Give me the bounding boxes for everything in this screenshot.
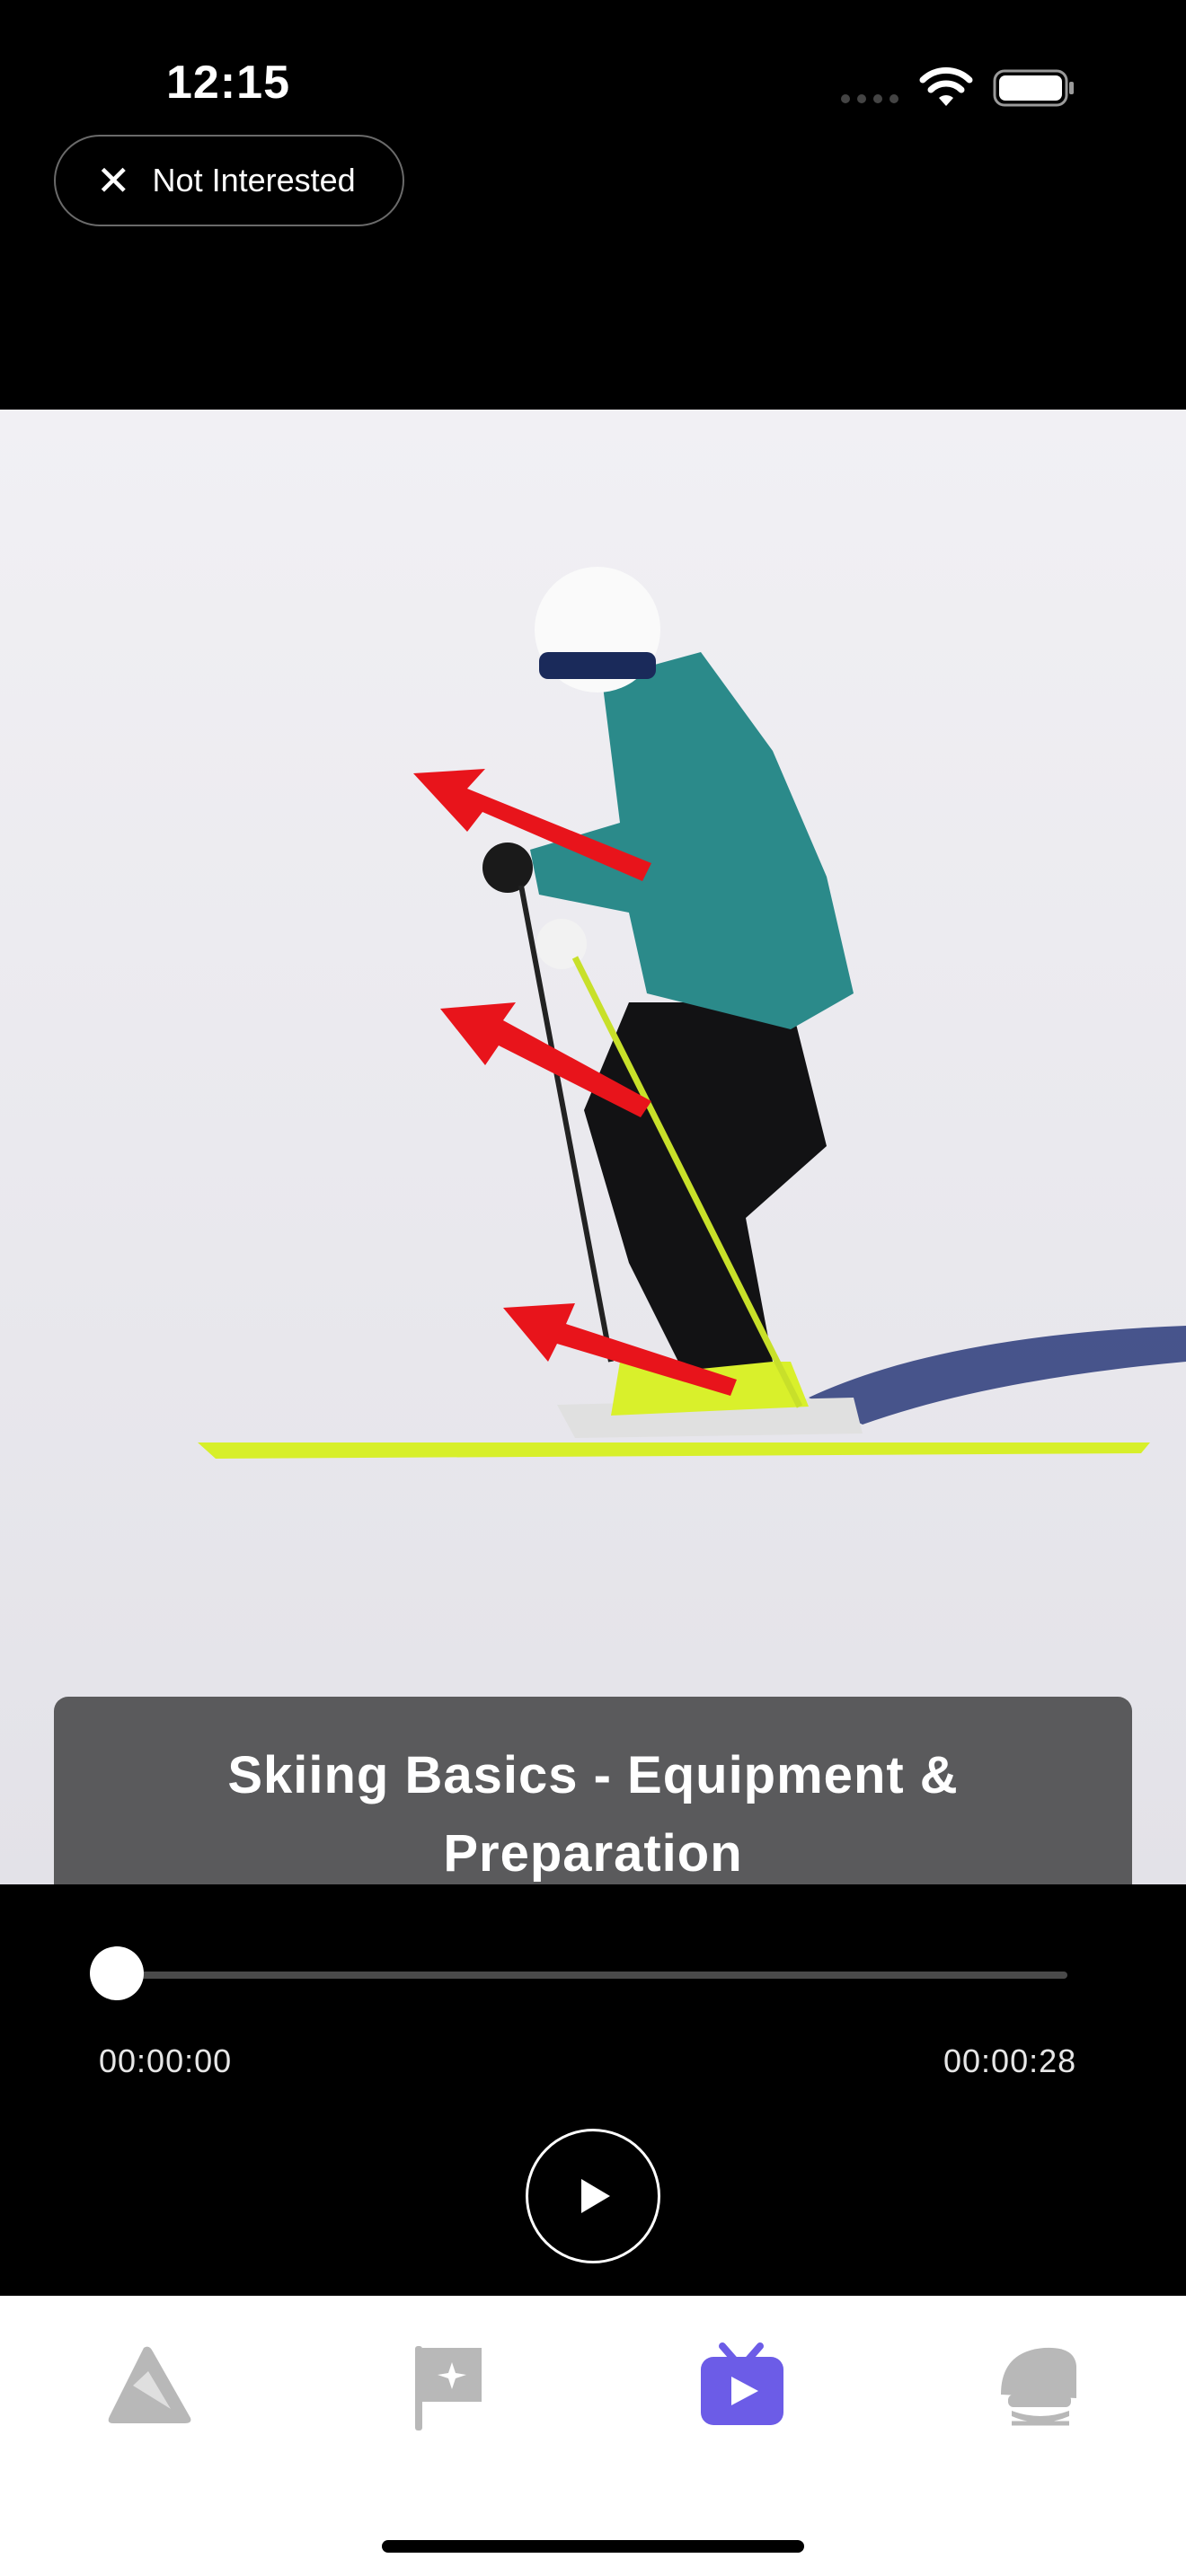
video-player[interactable] xyxy=(0,410,1186,1884)
tab-video[interactable] xyxy=(683,2326,800,2443)
helmet-icon xyxy=(1001,2347,1076,2426)
video-caption: Skiing Basics - Equipment & Preparation xyxy=(54,1697,1132,1884)
close-icon: ✕ xyxy=(96,157,131,204)
battery-icon xyxy=(993,69,1074,107)
time-elapsed: 00:00:00 xyxy=(99,2042,233,2079)
not-interested-label: Not Interested xyxy=(152,162,356,198)
wifi-icon xyxy=(919,66,973,106)
flag-icon xyxy=(415,2346,482,2430)
mountain-icon xyxy=(108,2346,191,2423)
status-time: 12:15 xyxy=(166,57,290,109)
tab-profile[interactable] xyxy=(979,2326,1096,2443)
not-interested-button[interactable]: ✕ Not Interested xyxy=(54,135,404,226)
signal-icon xyxy=(841,94,898,103)
home-indicator xyxy=(382,2540,804,2553)
tab-flag[interactable] xyxy=(386,2326,503,2443)
tab-mountain[interactable] xyxy=(90,2326,207,2443)
play-button[interactable] xyxy=(526,2129,660,2263)
video-icon xyxy=(701,2342,783,2425)
play-icon xyxy=(581,2179,610,2213)
time-total: 00:00:28 xyxy=(943,2042,1077,2079)
skier-video-frame xyxy=(0,410,1186,1884)
progress-thumb[interactable] xyxy=(90,1946,144,2000)
progress-track[interactable] xyxy=(117,1972,1067,1979)
